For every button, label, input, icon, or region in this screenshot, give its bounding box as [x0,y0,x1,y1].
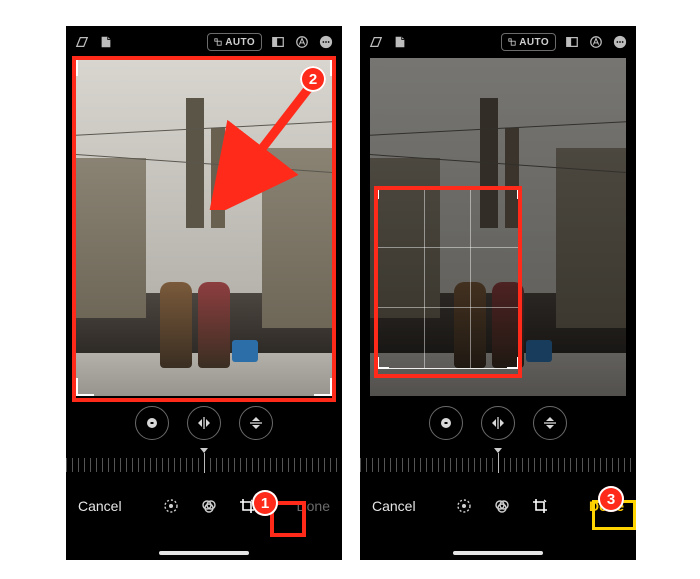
done-button[interactable]: Done [297,498,330,514]
filters-icon[interactable] [494,498,510,514]
crop-icon[interactable] [532,498,548,514]
crop-tool-row [66,406,342,440]
filters-icon[interactable] [201,498,217,514]
straighten-dial[interactable] [66,450,342,480]
rotate-icon[interactable] [429,406,463,440]
auto-label: AUTO [519,37,549,48]
skew-icon[interactable] [368,34,384,50]
markup-icon[interactable] [294,34,310,50]
auto-button[interactable]: AUTO [501,33,556,51]
home-indicator [453,551,543,555]
straighten-dial[interactable] [360,450,636,480]
aspect-ratio-icon[interactable] [564,34,580,50]
crop-icon[interactable] [239,498,255,514]
editor-screen-right: AUTO [360,26,636,560]
skew-icon[interactable] [74,34,90,50]
cancel-button[interactable]: Cancel [372,498,416,514]
editor-screen-left: AUTO [66,26,342,560]
home-indicator [159,551,249,555]
ellipsis-circle-icon[interactable] [318,34,334,50]
markup-icon[interactable] [588,34,604,50]
done-button[interactable]: Done [589,498,624,514]
ellipsis-circle-icon[interactable] [612,34,628,50]
photo-canvas[interactable] [370,58,626,396]
photo-canvas[interactable] [76,58,332,396]
flip-horizontal-icon[interactable] [187,406,221,440]
flip-page-icon[interactable] [392,34,408,50]
flip-page-icon[interactable] [98,34,114,50]
crop-top-toolbar: AUTO [66,26,342,58]
editor-bottom-bar: Cancel Done [360,484,636,528]
crop-selection[interactable] [378,188,518,368]
editor-bottom-bar: Cancel Done [66,484,342,528]
auto-label: AUTO [225,37,255,48]
crop-top-toolbar: AUTO [360,26,636,58]
flip-vertical-icon[interactable] [533,406,567,440]
aspect-ratio-icon[interactable] [270,34,286,50]
flip-horizontal-icon[interactable] [481,406,515,440]
flip-vertical-icon[interactable] [239,406,273,440]
adjust-icon[interactable] [456,498,472,514]
crop-tool-row [360,406,636,440]
cancel-button[interactable]: Cancel [78,498,122,514]
adjust-icon[interactable] [163,498,179,514]
rotate-icon[interactable] [135,406,169,440]
auto-button[interactable]: AUTO [207,33,262,51]
